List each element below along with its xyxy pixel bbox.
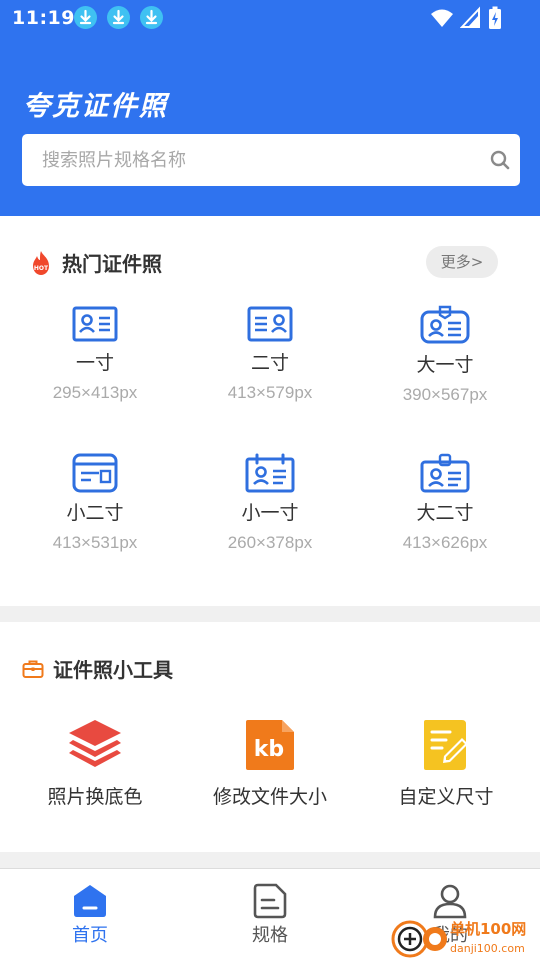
watermark-url: danji100.com [450,942,525,955]
tool-name: 自定义尺寸 [398,786,494,808]
hot-section-header: HOT 热门证件照 [30,248,162,277]
photo-spec-item[interactable]: 大一寸 390×567px [360,304,530,405]
nav-label: 首页 [72,925,108,946]
photo-spec-size: 260×378px [227,533,313,552]
lock-badge-icon [420,453,470,493]
section-title: 热门证件照 [62,252,162,276]
photo-spec-name: 大一寸 [416,354,474,376]
app-title: 夸克证件照 [23,91,168,122]
photo-spec-item[interactable]: 小一寸 260×378px [185,452,355,553]
photo-spec-name: 二寸 [250,352,289,374]
status-time: 11:19 [12,7,75,29]
search-bar[interactable] [22,134,520,186]
nav-spec[interactable]: 规格 [180,869,360,960]
id-card-icon [72,306,118,342]
tool-change-background[interactable]: 照片换底色 [5,718,185,809]
photo-spec-item[interactable]: 一寸 295×413px [10,304,180,403]
search-icon[interactable] [490,150,510,170]
photo-spec-size: 413×579px [227,383,313,402]
tool-name: 照片换底色 [47,786,143,808]
hot-flame-icon: HOT [33,250,49,275]
layers-icon [69,720,121,767]
tool-resize-file[interactable]: kb 修改文件大小 [180,718,360,809]
watermark: 单机100网 danji100.com [388,914,540,960]
search-input[interactable] [42,134,482,186]
hot-photos-section: HOT 热门证件照 更多> 一寸 295×413px 二寸 413×579px [0,216,540,606]
watermark-logo: 单机100网 danji100.com [391,920,526,958]
photo-spec-name: 小二寸 [66,502,124,524]
download-icon [140,6,163,29]
photo-spec-name: 大二寸 [416,502,474,524]
photo-spec-size: 413×531px [52,533,138,552]
wifi-icon [431,9,453,27]
photo-spec-size: 295×413px [52,383,138,402]
tool-name: 修改文件大小 [212,786,327,808]
section-title: 证件照小工具 [53,658,173,682]
photo-spec-item[interactable]: 二寸 413×579px [185,304,355,403]
photo-spec-size: 413×626px [402,533,488,552]
status-bar: 11:19 [0,0,540,36]
battery-charging-icon [489,6,501,29]
badge-icon [420,305,470,344]
tools-section: 证件照小工具 照片换底色 kb 修改文件大小 自定义尺寸 [0,622,540,852]
tool-custom-size[interactable]: 自定义尺寸 [356,718,536,809]
calendar-card-icon [245,453,295,493]
card-icon [72,453,118,493]
download-icon [107,6,130,29]
tools-section-header: 证件照小工具 [22,654,173,683]
toolbox-icon [22,660,44,678]
photo-spec-item[interactable]: 大二寸 413×626px [360,452,530,553]
nav-label: 规格 [252,925,288,946]
photo-spec-name: 一寸 [75,352,114,374]
download-icon [74,6,97,29]
header-banner: 11:19 夸克证件照 [0,0,540,216]
kb-badge-text: kb [254,737,284,762]
photo-spec-name: 小一寸 [241,502,299,524]
watermark-brand: 单机100网 [450,920,526,938]
photo-spec-item[interactable]: 小二寸 413×531px [10,452,180,553]
document-icon [253,883,287,919]
nav-home[interactable]: 首页 [0,869,180,960]
home-icon [74,885,106,917]
signal-icon [460,6,480,28]
svg-text:HOT: HOT [34,265,49,272]
kb-file-icon: kb [246,720,294,770]
edit-doc-icon [424,720,468,770]
photo-spec-size: 390×567px [402,385,488,404]
more-button[interactable]: 更多> [426,246,498,278]
id-card-icon [247,306,293,342]
